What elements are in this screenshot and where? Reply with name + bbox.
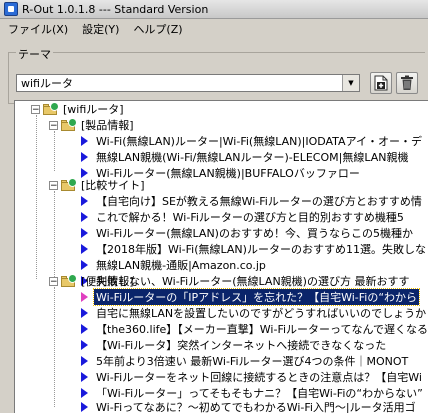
tree-folder-label: [便利情報] bbox=[81, 275, 134, 288]
tree-item-label: 自宅に無線LANを設置したいのですがどうすればいいのでしょうか bbox=[96, 307, 427, 320]
tree-item-label: Wi-Fiルーターをネット回線に接続するときの注意点は？【自宅Wi bbox=[96, 371, 422, 384]
bookmark-tree[interactable]: − [wifiルータ] − [製品情報] Wi-Fi(無線LAN)ルーター|Wi… bbox=[14, 100, 428, 413]
link-bullet-icon bbox=[81, 340, 88, 350]
window-title: R-Out 1.0.1.8 --- Standard Version bbox=[22, 2, 209, 16]
tree-connector bbox=[36, 115, 37, 279]
menu-settings[interactable]: 設定(Y) bbox=[74, 21, 125, 37]
tree-connector bbox=[54, 131, 55, 171]
trash-icon bbox=[401, 75, 413, 90]
link-bullet-icon bbox=[81, 196, 88, 206]
tree-folder-products[interactable]: − [製品情報] bbox=[49, 117, 136, 133]
menu-bar: ファイル(X) 設定(Y) ヘルプ(Z) bbox=[0, 19, 428, 39]
tree-item-selected[interactable]: Wi-Fiルーターの「IPアドレス」を忘れた？【自宅Wi-Fiの“わから bbox=[81, 288, 421, 306]
tree-item[interactable]: 【the360.life】【メーカー直撃】Wi-Fiルーターってなんで遅くなるん bbox=[81, 321, 428, 337]
menu-file[interactable]: ファイル(X) bbox=[0, 21, 74, 37]
link-bullet-icon bbox=[81, 244, 88, 254]
tree-item-label: 失敗しない、Wi-Fiルーター(無線LAN親機)の選び方 最新おすす bbox=[96, 275, 410, 288]
tree-item[interactable]: 【Wi-Fiルータ】突然インターネットへ接続できなくなった bbox=[81, 337, 388, 353]
tree-item-label: Wi-Fiルーターの「IPアドレス」を忘れた？【自宅Wi-Fiの“わから bbox=[92, 288, 421, 306]
chevron-down-icon[interactable]: ▼ bbox=[342, 75, 359, 91]
tree-folder-label: [比較サイト] bbox=[81, 179, 145, 192]
collapse-icon[interactable]: − bbox=[49, 180, 58, 190]
link-bullet-icon bbox=[81, 136, 88, 146]
tree-item[interactable]: Wi-Fi(無線LAN)ルーター|Wi-Fi(無線LAN)|IODATAアイ・オ… bbox=[81, 133, 424, 149]
link-bullet-icon bbox=[81, 292, 88, 302]
folder-icon bbox=[61, 178, 77, 192]
tree-item-label: Wi-Fi(無線LAN)ルーター|Wi-Fi(無線LAN)|IODATAアイ・オ… bbox=[96, 135, 423, 148]
tree-item-label: 無線LAN親機(Wi-Fi/無線LANルーター)-ELECOM|無線LAN親機 bbox=[96, 151, 409, 164]
tree-folder-label: [製品情報] bbox=[81, 119, 134, 132]
tree-item[interactable]: 【自宅向け】SEが教える無線Wi-Fiルーターの選び方とおすすめ情 bbox=[81, 193, 424, 209]
link-bullet-icon bbox=[81, 308, 88, 318]
tree-item[interactable]: Wi-Fiってなあに？～初めてでもわかるWi-Fi入門～|ルータ活用ゴ bbox=[81, 399, 418, 413]
theme-select-value: wifiルータ bbox=[21, 77, 73, 90]
link-bullet-icon bbox=[81, 260, 88, 270]
link-bullet-icon bbox=[81, 152, 88, 162]
tree-connector bbox=[54, 287, 55, 407]
link-bullet-icon bbox=[81, 388, 88, 398]
add-document-icon bbox=[374, 75, 388, 91]
menu-help[interactable]: ヘルプ(Z) bbox=[125, 21, 188, 37]
tree-item[interactable]: 【2018年版】Wi-Fi(無線LAN)ルーターのおすすめ11選。失敗しな bbox=[81, 241, 428, 257]
link-bullet-icon bbox=[81, 402, 88, 412]
title-bar: R-Out 1.0.1.8 --- Standard Version bbox=[0, 0, 428, 19]
folder-icon bbox=[61, 274, 77, 288]
collapse-icon[interactable]: − bbox=[49, 120, 58, 130]
tree-item[interactable]: 自宅に無線LANを設置したいのですがどうすればいいのでしょうか bbox=[81, 305, 428, 321]
tree-connector bbox=[54, 191, 55, 277]
tree-folder-comparison[interactable]: − [比較サイト] bbox=[49, 177, 147, 193]
delete-theme-button[interactable] bbox=[396, 72, 418, 94]
tree-item-label: 5年前より3倍速い 最新Wi-Fiルーター選び4つの条件｜MONOT bbox=[96, 355, 409, 368]
app-icon bbox=[4, 2, 18, 16]
collapse-icon[interactable]: − bbox=[31, 104, 40, 114]
collapse-icon[interactable]: − bbox=[49, 276, 58, 286]
tree-root-label: [wifiルータ] bbox=[63, 103, 124, 116]
tree-item[interactable]: Wi-Fiルーター(無線LAN)のおすすめ！今、買うならこの5機種か bbox=[81, 225, 415, 241]
link-bullet-icon bbox=[81, 212, 88, 222]
theme-label: テーマ bbox=[16, 46, 53, 62]
folder-icon bbox=[61, 118, 77, 132]
tree-item-label: 【自宅向け】SEが教える無線Wi-Fiルーターの選び方とおすすめ情 bbox=[96, 195, 422, 208]
tree-item[interactable]: Wi-Fiルーターをネット回線に接続するときの注意点は？【自宅Wi bbox=[81, 369, 424, 385]
folder-icon bbox=[43, 102, 59, 116]
tree-item[interactable]: 無線LAN親機(Wi-Fi/無線LANルーター)-ELECOM|無線LAN親機 bbox=[81, 149, 410, 165]
link-bullet-icon bbox=[81, 356, 88, 366]
tree-item-label: Wi-Fiルーター(無線LAN)のおすすめ！今、買うならこの5機種か bbox=[96, 227, 413, 240]
tree-item[interactable]: 5年前より3倍速い 最新Wi-Fiルーター選び4つの条件｜MONOT bbox=[81, 353, 410, 369]
tree-folder-tips[interactable]: − [便利情報] bbox=[49, 273, 136, 289]
tree-item-label: 【2018年版】Wi-Fi(無線LAN)ルーターのおすすめ11選。失敗しな bbox=[96, 243, 426, 256]
theme-select[interactable]: wifiルータ ▼ bbox=[16, 74, 360, 92]
link-bullet-icon bbox=[81, 372, 88, 382]
add-theme-button[interactable] bbox=[370, 72, 392, 94]
tree-root[interactable]: − [wifiルータ] bbox=[31, 101, 126, 117]
tree-item-label: 無線LAN親機-通販|Amazon.co.jp bbox=[96, 259, 266, 272]
tree-item[interactable]: 無線LAN親機-通販|Amazon.co.jp bbox=[81, 257, 268, 273]
link-bullet-icon bbox=[81, 228, 88, 238]
tree-item[interactable]: これで解かる！Wi-Fiルーターの選び方と目的別おすすめ機種5 bbox=[81, 209, 406, 225]
tree-item-label: 【the360.life】【メーカー直撃】Wi-Fiルーターってなんで遅くなるん bbox=[96, 323, 428, 336]
tree-item-label: 【Wi-Fiルータ】突然インターネットへ接続できなくなった bbox=[96, 339, 387, 352]
tree-item-label: これで解かる！Wi-Fiルーターの選び方と目的別おすすめ機種5 bbox=[96, 211, 404, 224]
link-bullet-icon bbox=[81, 324, 88, 334]
tree-item-label: Wi-Fiってなあに？～初めてでもわかるWi-Fi入門～|ルータ活用ゴ bbox=[96, 401, 416, 413]
